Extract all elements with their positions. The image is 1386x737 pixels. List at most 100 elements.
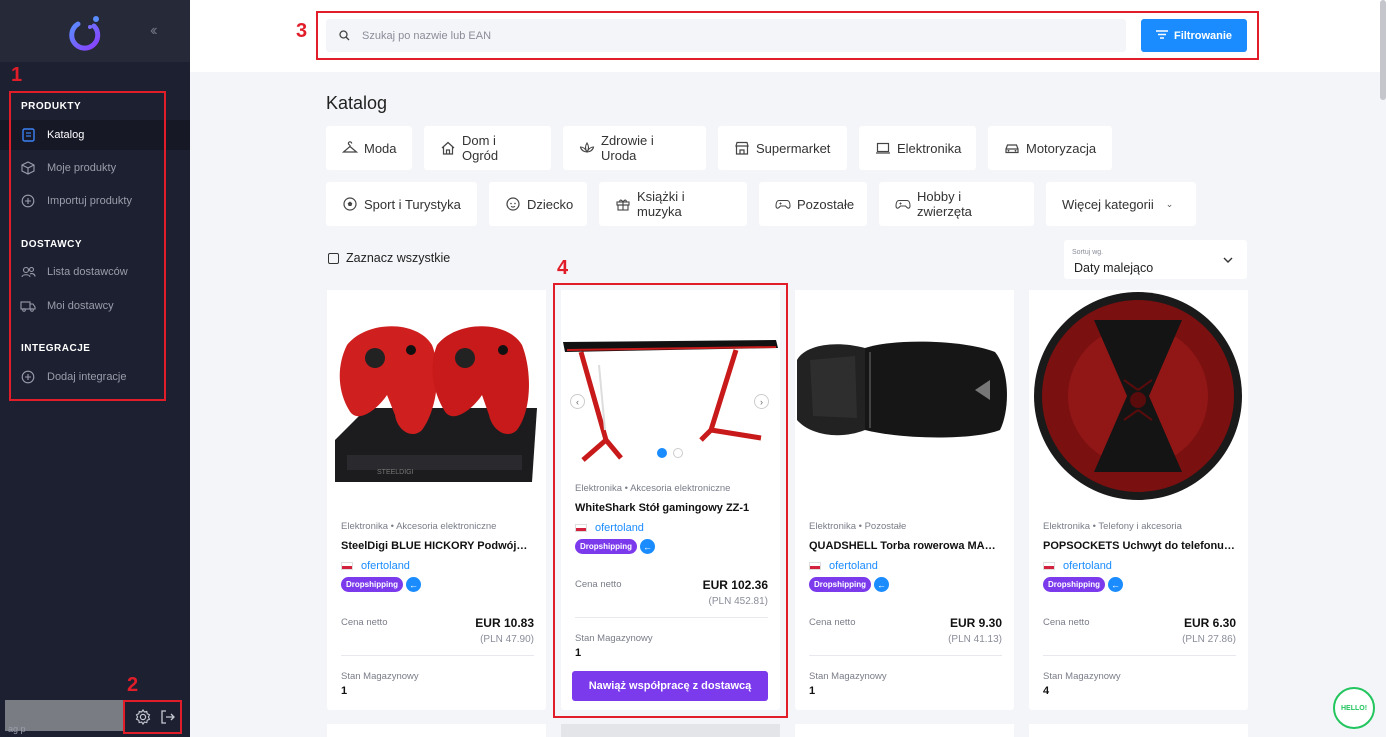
category-label: Dziecko (527, 196, 574, 212)
arrow-left-icon: ← (874, 577, 889, 592)
chevron-down-icon: ⌄ (1165, 198, 1174, 209)
category-label: Elektronika (897, 140, 962, 156)
stock-label: Stan Magazynowy (341, 671, 419, 682)
product-badges: Dropshipping ← (1043, 577, 1123, 592)
stock-value: 1 (341, 685, 348, 697)
price-pln: (PLN 41.13) (948, 634, 1002, 645)
category-label: Pozostałe (797, 196, 855, 212)
annotation-box-4 (553, 283, 788, 718)
category-pozostale[interactable]: Pozostałe (759, 182, 867, 226)
user-name: ag p (8, 724, 26, 734)
category-label: Sport i Turystyka (364, 196, 461, 212)
supplier-link[interactable]: ofertoland (809, 560, 878, 572)
page-scrollbar[interactable] (1380, 0, 1386, 100)
chat-widget-button[interactable]: HELLO! (1333, 687, 1375, 729)
select-all-checkbox[interactable]: Zaznacz wszystkie (328, 251, 450, 265)
gamepad-icon (895, 196, 911, 212)
category-zdrowie-i-uroda[interactable]: Zdrowie i Uroda (563, 126, 706, 170)
category-label: Moda (364, 140, 397, 156)
divider (809, 655, 1002, 656)
chevron-down-icon (1223, 254, 1233, 266)
category-moda[interactable]: Moda (326, 126, 412, 170)
svg-text:STEELDIGI: STEELDIGI (377, 469, 414, 476)
poland-flag-icon (809, 562, 821, 570)
product-card-partial[interactable] (327, 724, 546, 737)
gift-icon (615, 196, 631, 212)
price-eur: EUR 6.30 (1183, 616, 1236, 630)
annotation-number-4: 4 (557, 257, 569, 279)
price-eur: EUR 10.83 (475, 616, 534, 630)
category-more-dropdown[interactable]: Więcej kategorii ⌄ (1046, 182, 1196, 226)
price-pln: (PLN 47.90) (480, 634, 534, 645)
dropshipping-badge: Dropshipping (1043, 577, 1105, 592)
product-category: Elektronika • Telefony i akcesoria (1043, 521, 1182, 532)
baby-icon (505, 196, 521, 212)
page-title: Katalog (326, 93, 388, 113)
category-dziecko[interactable]: Dziecko (489, 182, 587, 226)
app-logo[interactable] (66, 14, 104, 52)
product-image: STEELDIGI (327, 290, 546, 502)
sort-value: Daty malejąco (1074, 261, 1154, 275)
arrow-left-icon: ← (406, 577, 421, 592)
product-card-partial[interactable] (1029, 724, 1248, 737)
product-title[interactable]: QUADSHELL Torba rowerowa MAGNETIC (809, 540, 1001, 552)
dropshipping-badge: Dropshipping (809, 577, 871, 592)
select-all-label: Zaznacz wszystkie (346, 251, 451, 265)
ball-icon (342, 196, 358, 212)
stock-value: 4 (1043, 685, 1050, 697)
product-card[interactable]: STEELDIGI Elektronika • Akcesoria elektr… (327, 290, 546, 710)
category-label: Książki i muzyka (637, 189, 685, 219)
annotation-box-3 (316, 11, 1259, 60)
supplier-name: ofertoland (361, 560, 410, 572)
category-ksiazki-i-muzyka[interactable]: Książki i muzyka (599, 182, 747, 226)
sidebar-header: ‹‹ (0, 0, 190, 62)
supplier-link[interactable]: ofertoland (341, 560, 410, 572)
sort-label: Sortuj wg. (1072, 249, 1104, 256)
product-category: Elektronika • Akcesoria elektroniczne (341, 521, 497, 532)
product-card[interactable]: Elektronika • Pozostałe QUADSHELL Torba … (795, 290, 1014, 710)
product-title[interactable]: POPSOCKETS Uchwyt do telefonu Black Wido… (1043, 540, 1235, 552)
category-dom-i-ogrod[interactable]: Dom i Ogród (424, 126, 551, 170)
category-label: Supermarket (756, 140, 831, 156)
category-supermarket[interactable]: Supermarket (718, 126, 847, 170)
annotation-box-2 (123, 700, 182, 734)
annotation-number-1: 1 (11, 64, 23, 86)
product-title[interactable]: SteelDigi BLUE HICKORY Podwójna stacja (341, 540, 533, 552)
checkbox[interactable] (328, 252, 339, 264)
product-image (1029, 290, 1248, 502)
car-icon (1004, 140, 1020, 156)
product-card[interactable]: Elektronika • Telefony i akcesoria POPSO… (1029, 290, 1248, 710)
category-label: Hobby i zwierzęta (917, 189, 972, 219)
category-elektronika[interactable]: Elektronika (859, 126, 976, 170)
product-image (795, 290, 1014, 502)
arrow-left-icon: ← (1108, 577, 1123, 592)
annotation-number-3: 3 (296, 20, 308, 42)
supplier-link[interactable]: ofertoland (1043, 560, 1112, 572)
lotus-icon (579, 140, 595, 156)
category-label: Motoryzacja (1026, 140, 1097, 156)
collapse-sidebar-icon[interactable]: ‹‹ (150, 22, 157, 40)
divider (1043, 655, 1236, 656)
store-icon (734, 140, 750, 156)
category-hobby-i-zwierzeta[interactable]: Hobby i zwierzęta (879, 182, 1034, 226)
annotation-box-1 (9, 91, 166, 401)
price-label: Cena netto (809, 617, 856, 628)
category-label: Zdrowie i Uroda (601, 133, 654, 163)
price-label: Cena netto (1043, 617, 1090, 628)
sort-select[interactable]: Sortuj wg. Daty malejąco (1064, 240, 1247, 279)
poland-flag-icon (1043, 562, 1055, 570)
product-category: Elektronika • Pozostałe (809, 521, 907, 532)
category-label: Więcej kategorii (1062, 196, 1154, 212)
price-pln: (PLN 27.86) (1182, 634, 1236, 645)
home-icon (440, 140, 456, 156)
gamepad-icon (775, 196, 791, 212)
category-motoryzacja[interactable]: Motoryzacja (988, 126, 1112, 170)
stock-label: Stan Magazynowy (809, 671, 887, 682)
hanger-icon (342, 140, 358, 156)
category-sport-i-turystyka[interactable]: Sport i Turystyka (326, 182, 477, 226)
product-card-partial[interactable] (561, 724, 780, 737)
product-card-partial[interactable] (795, 724, 1014, 737)
supplier-name: ofertoland (1063, 560, 1112, 572)
price-eur: EUR 9.30 (949, 616, 1002, 630)
stock-label: Stan Magazynowy (1043, 671, 1121, 682)
